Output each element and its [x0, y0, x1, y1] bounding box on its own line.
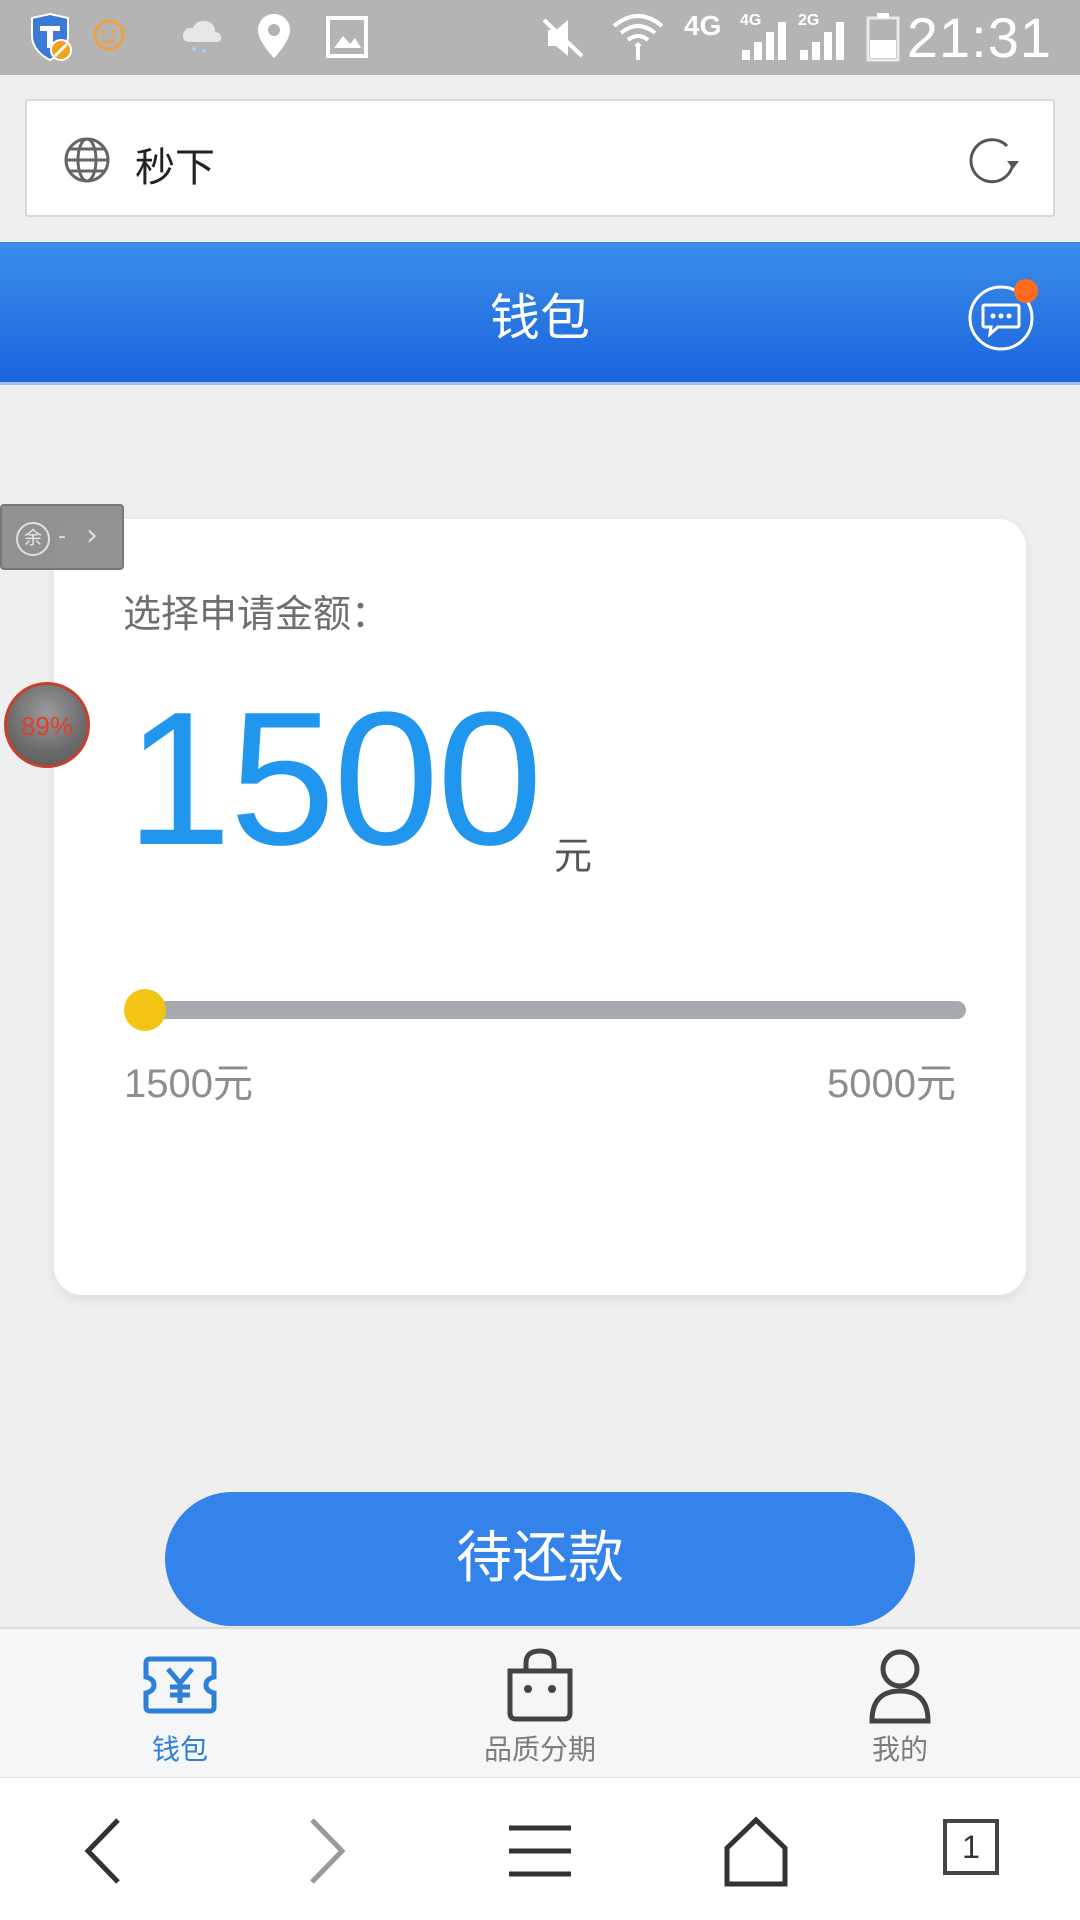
- menu-icon[interactable]: [495, 1806, 585, 1896]
- floating-tab-dash: -: [58, 524, 66, 549]
- amount-prompt-label: 选择申请金额：: [123, 592, 390, 636]
- nav-label-installment: 品质分期: [483, 1733, 596, 1766]
- tab-count: 1: [943, 1819, 999, 1875]
- forward-arrow-icon[interactable]: [280, 1806, 370, 1896]
- battery-percent-label: 89%: [20, 711, 74, 741]
- bottom-nav: 钱包 品质分期 我的: [0, 1627, 1080, 1777]
- floating-battery-bubble[interactable]: 89%: [4, 682, 90, 768]
- nav-item-installment[interactable]: 品质分期: [360, 1629, 720, 1777]
- user-icon: [869, 1649, 931, 1724]
- wifi-icon: [612, 14, 664, 60]
- slider-min-label: 1500元: [124, 1062, 253, 1106]
- security-shield-icon: [31, 12, 72, 62]
- amount-card: 选择申请金额： 1500 元 1500元 5000元: [54, 519, 1026, 1295]
- mute-icon: [542, 18, 584, 58]
- signal-bars-2-icon: [800, 22, 844, 60]
- battery-icon: [866, 13, 900, 62]
- tabs-button[interactable]: 1: [930, 1806, 1020, 1896]
- shopping-bag-icon: [507, 1648, 573, 1722]
- balance-icon: 余: [16, 522, 50, 556]
- nav-label-me: 我的: [871, 1733, 928, 1766]
- slider-thumb[interactable]: [124, 989, 166, 1031]
- browser-address-area: 秒下: [0, 75, 1080, 242]
- floating-side-tab[interactable]: 余 - ›: [0, 504, 124, 570]
- clock-time: 21:31: [906, 6, 1052, 69]
- chevron-right-icon: ›: [86, 518, 98, 553]
- message-button[interactable]: [968, 279, 1038, 351]
- notification-dot: [1014, 279, 1038, 303]
- nav-item-me[interactable]: 我的: [720, 1629, 1080, 1777]
- pending-repayment-button[interactable]: 待还款: [165, 1492, 915, 1626]
- amount-unit: 元: [554, 834, 593, 878]
- cloud-rain-icon: [182, 20, 222, 53]
- amount-value: 1500: [126, 673, 543, 885]
- nav-label-wallet: 钱包: [151, 1733, 208, 1766]
- signal-bars-icon: [742, 22, 786, 60]
- nav-item-wallet[interactable]: 钱包: [0, 1629, 360, 1777]
- wallet-yen-icon: [143, 1656, 217, 1714]
- amount-slider[interactable]: [124, 989, 966, 1031]
- browser-toolbar: 1: [0, 1777, 1080, 1920]
- page-title: 钱包: [490, 289, 590, 347]
- slider-max-label: 5000元: [827, 1062, 956, 1106]
- app-header: 钱包: [0, 242, 1080, 382]
- network-4g-label: 4G: [684, 10, 722, 41]
- home-icon[interactable]: [711, 1806, 801, 1896]
- refresh-icon[interactable]: [967, 135, 1023, 187]
- address-text: 秒下: [135, 145, 215, 191]
- back-arrow-icon[interactable]: [60, 1806, 150, 1896]
- location-pin-icon: [258, 14, 290, 58]
- slider-track[interactable]: [132, 1001, 966, 1019]
- image-icon: [326, 16, 368, 58]
- header-divider: [0, 382, 1080, 385]
- status-bar: 4G 4G 2G 21:31: [0, 0, 1080, 75]
- globe-icon: [64, 137, 110, 183]
- face-icon: [93, 19, 125, 51]
- address-bar[interactable]: 秒下: [25, 99, 1055, 217]
